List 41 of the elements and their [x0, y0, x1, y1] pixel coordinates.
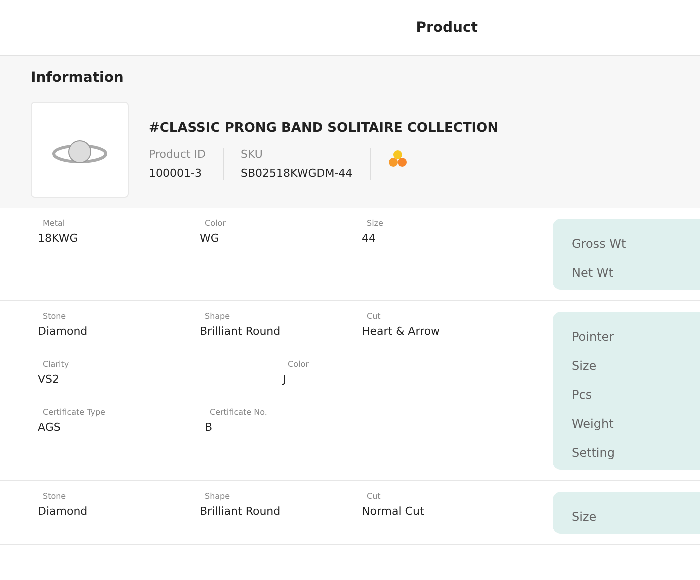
field-label: Stone	[42, 492, 68, 501]
field-value: VS2	[38, 373, 61, 386]
field-value: Heart & Arrow	[362, 325, 442, 338]
field-label: Clarity	[42, 360, 70, 369]
meta-value: 100001-3	[149, 166, 203, 180]
section-heading: Information	[31, 70, 125, 86]
field-value: 44	[362, 232, 377, 245]
field-value: Diamond	[38, 505, 89, 518]
page-title: Product	[416, 20, 478, 36]
meta-label: Product ID	[149, 148, 206, 160]
panel-label: Size	[572, 510, 598, 524]
product-name: #CLASSIC PRONG BAND SOLITAIRE COLLECTION	[149, 120, 499, 136]
field-label: Color	[204, 219, 227, 228]
field-value: Brilliant Round	[200, 505, 282, 518]
field-label: Shape	[204, 492, 232, 501]
field-value: B	[205, 421, 214, 434]
field-label: Size	[366, 219, 384, 228]
panel-label: Setting	[572, 446, 616, 460]
meta-label: SKU	[240, 148, 264, 160]
panel-label: Net Wt	[572, 266, 614, 280]
field-value: Normal Cut	[362, 505, 426, 518]
field-value: J	[283, 373, 288, 386]
field-value: Diamond	[38, 325, 89, 338]
field-label: Certificate Type	[42, 408, 106, 417]
field-label: Cut	[366, 492, 382, 501]
field-label: Color	[287, 360, 310, 369]
field-label: Stone	[42, 312, 68, 321]
field-value: Brilliant Round	[200, 325, 282, 338]
field-value: WG	[200, 232, 220, 245]
panel-label: Weight	[572, 417, 615, 431]
field-value: 18KWG	[38, 232, 80, 245]
field-label: Shape	[204, 312, 232, 321]
field-label: Certificate No.	[209, 408, 268, 417]
panel-label: Size	[572, 359, 598, 373]
meta-value: SB02518KWGDM-44	[240, 166, 353, 180]
field-label: Metal	[42, 219, 66, 228]
field-value: AGS	[38, 421, 62, 434]
field-label: Cut	[366, 312, 382, 321]
panel-label: Pointer	[572, 330, 616, 344]
panel-label: Pcs	[572, 388, 594, 402]
panel-label: Gross Wt	[572, 237, 628, 251]
